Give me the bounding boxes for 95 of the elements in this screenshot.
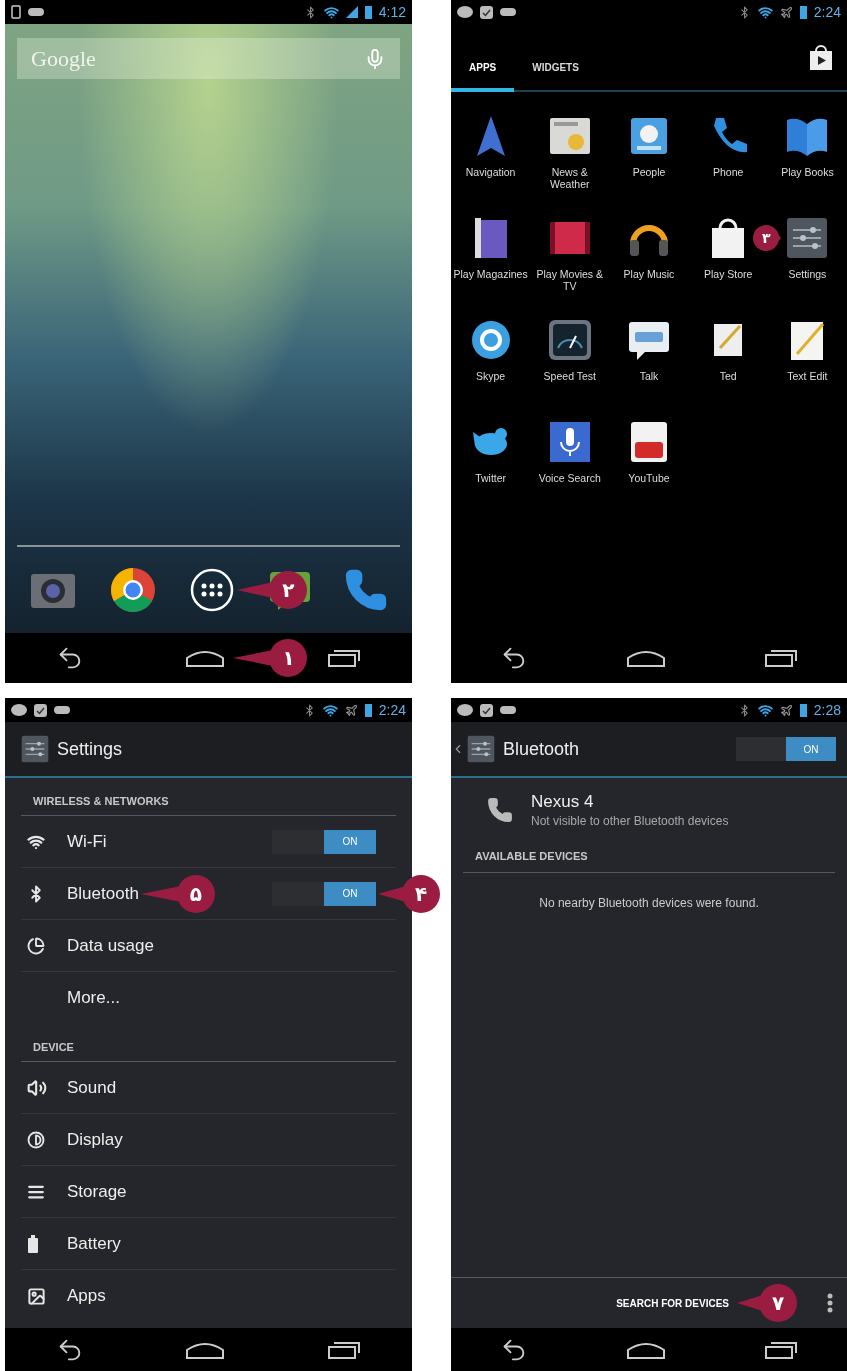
overflow-menu-icon [827, 1293, 833, 1313]
shopping-bag-icon [809, 44, 833, 70]
home-icon [185, 648, 226, 668]
wifi-icon [757, 4, 773, 20]
recents-icon [327, 648, 362, 668]
clock-text: 4:12 [378, 4, 406, 20]
battery-icon [364, 5, 372, 19]
gamepad-icon [500, 7, 516, 17]
clock-text: 2:28 [813, 702, 841, 718]
home-icon [626, 648, 666, 668]
checkmark-icon [34, 703, 47, 717]
tab[interactable]: WIDGETS [514, 46, 597, 92]
app-label: Skype [476, 370, 506, 383]
app-label: Play Books [781, 166, 834, 179]
wifi-icon [757, 702, 773, 718]
app-label: Speed Test [543, 370, 596, 383]
clock-text: 2:24 [813, 4, 841, 20]
device-status: Not visible to other Bluetooth devices [531, 814, 729, 828]
settings-item[interactable]: Battery [67, 1233, 121, 1254]
step-badge: ۴ [402, 874, 440, 913]
chrome-icon [109, 566, 158, 614]
search-field[interactable]: Google [31, 45, 364, 72]
settings-item[interactable]: Storage [67, 1181, 127, 1202]
settings-app-icon [19, 733, 51, 765]
toggle-switch[interactable]: ON [272, 829, 376, 854]
step-badge: ۳ [753, 225, 780, 251]
app-grid-icon [189, 567, 236, 613]
picture-icon [27, 1286, 46, 1306]
chat-icon [457, 704, 473, 716]
settings-item[interactable]: More... [67, 988, 120, 1008]
app-label: Settings [788, 268, 827, 281]
app-label: Phone [713, 166, 744, 179]
app-label: Play Magazines [453, 268, 528, 281]
app-label: Talk [639, 370, 659, 383]
chat-icon [11, 704, 27, 716]
pie-chart-icon [27, 936, 45, 955]
app-label: YouTube [628, 472, 670, 485]
settings-item[interactable]: Bluetooth [67, 883, 139, 904]
tablet-icon [11, 5, 21, 19]
app-label: Play Store [703, 268, 753, 281]
toggle-switch[interactable]: ON [736, 737, 836, 761]
gamepad-icon [500, 705, 516, 715]
menu-button[interactable] [827, 1293, 833, 1313]
device-name: Nexus 4 [531, 792, 595, 812]
recents-icon [327, 1339, 362, 1360]
empty-message: No nearby Bluetooth devices were found. [539, 896, 759, 910]
screen-title: Bluetooth [503, 738, 580, 760]
phone-icon [487, 797, 513, 823]
gamepad-icon [54, 705, 70, 715]
app-label: Twitter [475, 472, 507, 485]
settings-item[interactable]: Display [67, 1129, 123, 1150]
store-button[interactable] [809, 44, 833, 70]
app-label: People [632, 166, 666, 179]
section-header: DEVICE [33, 1041, 74, 1053]
recents-icon [764, 648, 798, 668]
tab[interactable]: APPS [451, 46, 515, 92]
gamepad-icon [28, 7, 44, 17]
dock-app[interactable] [189, 567, 236, 613]
clock-text: 2:24 [378, 702, 406, 718]
search-bar[interactable]: Google [17, 38, 400, 79]
phone-icon [343, 568, 388, 612]
speaker-icon [27, 1077, 47, 1098]
contrast-icon [27, 1130, 45, 1149]
checkmark-icon [480, 703, 493, 717]
step-badge: ۱ [269, 639, 308, 677]
section-header: WIRELESS & NETWORKS [33, 795, 169, 807]
settings-app-icon [465, 733, 497, 765]
wifi-icon [323, 4, 339, 20]
app-label: Ted [719, 370, 737, 383]
step-badge: ۵ [176, 874, 215, 913]
battery-icon [799, 5, 807, 19]
dock-app[interactable] [109, 566, 158, 614]
settings-item[interactable]: Apps [67, 1286, 106, 1306]
app-label: Navigation [465, 166, 516, 179]
wifi-icon [322, 702, 338, 718]
battery-icon [27, 1234, 39, 1253]
app-label: Play Movies & TV [535, 268, 605, 293]
settings-item[interactable]: Data usage [67, 935, 154, 956]
app-label: Play Music [623, 268, 675, 281]
step-badge: ۷ [759, 1284, 797, 1322]
app-label: News & Weather [549, 166, 591, 191]
settings-item[interactable]: Wi-Fi [67, 831, 107, 852]
chat-icon [457, 6, 473, 18]
app-label: Text Edit [787, 370, 828, 383]
screen-title: Settings [57, 738, 123, 760]
step-badge: ۲ [269, 571, 308, 609]
checkmark-icon [480, 5, 493, 19]
battery-icon [364, 703, 372, 717]
app-label: Voice Search [538, 472, 601, 485]
section-header: AVAILABLE DEVICES [475, 850, 588, 862]
toggle-switch[interactable]: ON [272, 881, 376, 906]
search-devices-button[interactable]: SEARCH FOR DEVICES [610, 1293, 735, 1313]
recents-icon [764, 1339, 798, 1360]
settings-item[interactable]: Sound [67, 1077, 117, 1098]
battery-icon [799, 703, 807, 717]
